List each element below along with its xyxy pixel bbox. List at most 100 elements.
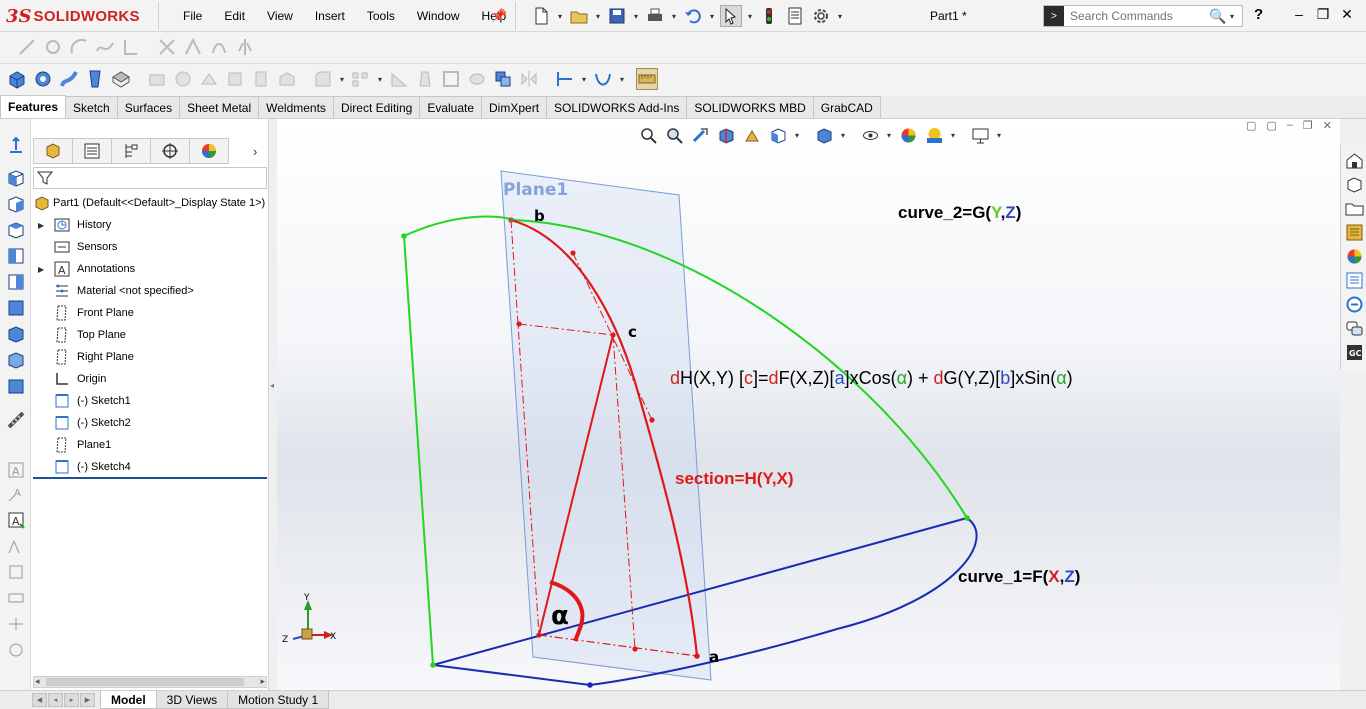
note-icon[interactable]: A xyxy=(5,459,27,481)
tree-item[interactable]: (-) Sketch2 xyxy=(31,412,269,434)
view-dimetric-icon[interactable] xyxy=(5,375,27,397)
chevron-down-icon[interactable]: ▾ xyxy=(556,12,564,21)
chevron-down-icon[interactable]: ▾ xyxy=(1228,12,1236,21)
rib-icon[interactable] xyxy=(388,68,410,90)
solidworks-forum-icon[interactable] xyxy=(1343,293,1365,315)
tab-model[interactable]: Model xyxy=(100,691,157,709)
linear-pattern-icon[interactable] xyxy=(350,68,372,90)
blue-bottom-edge[interactable] xyxy=(432,664,591,686)
revolved-cut-icon[interactable] xyxy=(198,68,220,90)
normal-to-icon[interactable] xyxy=(5,135,27,157)
swept-cut-icon[interactable] xyxy=(224,68,246,90)
save-icon[interactable] xyxy=(606,5,628,27)
custom-properties-icon[interactable] xyxy=(1343,269,1365,291)
sketch-spline-icon[interactable] xyxy=(94,36,116,58)
file-explorer-icon[interactable] xyxy=(1343,197,1365,219)
chevron-down-icon[interactable]: ▾ xyxy=(670,12,678,21)
graphics-area[interactable]: ▾ ▾ ▾ ▾ ▾ ▢ ▢ – ❐ ✕ Plane1 b c a α curve… xyxy=(277,119,1340,690)
menu-insert[interactable]: Insert xyxy=(304,9,356,23)
geometric-tolerance-icon[interactable] xyxy=(5,587,27,609)
trim-entities-icon[interactable] xyxy=(156,36,178,58)
view-isometric-icon[interactable] xyxy=(5,323,27,345)
solidworks-community-icon[interactable] xyxy=(1343,317,1365,339)
search-icon[interactable]: 🔍 xyxy=(1208,6,1228,26)
grabcad-icon[interactable]: GC xyxy=(1343,341,1365,363)
open-folder-icon[interactable] xyxy=(568,5,590,27)
tree-item[interactable]: ▶ A Annotations xyxy=(31,258,269,280)
view-right-icon[interactable] xyxy=(5,245,27,267)
measure-icon[interactable] xyxy=(5,409,27,431)
configuration-manager-icon[interactable] xyxy=(111,138,151,164)
help-button[interactable]: ? xyxy=(1254,6,1263,23)
endpoint-bottom-left[interactable] xyxy=(430,662,436,668)
endpoint-right[interactable] xyxy=(964,515,970,521)
menu-window[interactable]: Window xyxy=(406,9,471,23)
expand-arrow-icon[interactable]: ▶ xyxy=(38,265,48,274)
sketch-line-icon[interactable] xyxy=(16,36,38,58)
point-construct-left[interactable] xyxy=(516,321,522,327)
point-c[interactable] xyxy=(610,332,616,338)
tab-evaluate[interactable]: Evaluate xyxy=(419,96,483,118)
swept-boss-icon[interactable] xyxy=(58,68,80,90)
pin-menu-icon[interactable]: 📌 xyxy=(491,8,507,24)
point-tangent-bottom[interactable] xyxy=(649,417,655,423)
view-front-icon[interactable] xyxy=(5,167,27,189)
tab-direct-editing[interactable]: Direct Editing xyxy=(332,96,421,118)
menu-view[interactable]: View xyxy=(256,9,304,23)
tab-grabcad[interactable]: GrabCAD xyxy=(812,96,881,118)
chevron-down-icon[interactable]: ▾ xyxy=(746,12,754,21)
tab-sketch[interactable]: Sketch xyxy=(65,96,118,118)
restore-icon[interactable]: ❐ xyxy=(1314,4,1332,24)
green-vertical-edge[interactable] xyxy=(403,235,434,666)
chevron-down-icon[interactable]: ▾ xyxy=(580,75,588,84)
intersect-icon[interactable] xyxy=(492,68,514,90)
chevron-down-icon[interactable]: ▾ xyxy=(594,12,602,21)
tree-item[interactable]: (-) Sketch4 xyxy=(31,456,269,478)
minimize-icon[interactable]: – xyxy=(1290,4,1308,24)
chevron-down-icon[interactable]: ▾ xyxy=(836,12,844,21)
tree-filter[interactable] xyxy=(33,167,267,189)
scroll-right-icon[interactable]: ▸ xyxy=(260,676,265,687)
tab-solidworks-addins[interactable]: SOLIDWORKS Add-Ins xyxy=(546,96,688,118)
reference-geometry-icon[interactable] xyxy=(554,68,576,90)
sketch-arc-icon[interactable] xyxy=(68,36,90,58)
file-properties-icon[interactable] xyxy=(784,5,806,27)
weld-symbol-icon[interactable] xyxy=(5,613,27,635)
smart-dimension-icon[interactable] xyxy=(120,36,142,58)
solidworks-resources-icon[interactable] xyxy=(1343,149,1365,171)
chevron-down-icon[interactable]: ▾ xyxy=(618,75,626,84)
scroll-left-icon[interactable]: ◂ xyxy=(35,676,40,687)
chevron-down-icon[interactable]: ▾ xyxy=(338,75,346,84)
mirror-entities-icon[interactable] xyxy=(234,36,256,58)
tree-item[interactable]: Top Plane xyxy=(31,324,269,346)
rebuild-icon[interactable] xyxy=(758,5,780,27)
hole-wizard-icon[interactable] xyxy=(172,68,194,90)
hole-callout-icon[interactable] xyxy=(5,639,27,661)
extruded-cut-icon[interactable] xyxy=(146,68,168,90)
tree-item[interactable]: (-) Sketch1 xyxy=(31,390,269,412)
view-palette-icon[interactable] xyxy=(1343,221,1365,243)
tab-sheet-metal[interactable]: Sheet Metal xyxy=(179,96,260,118)
menu-file[interactable]: File xyxy=(172,9,213,23)
previous-tab-icon[interactable]: ◂ xyxy=(48,693,63,707)
boundary-cut-icon[interactable] xyxy=(276,68,298,90)
solidworks-logo[interactable]: 3S SOLIDWORKS xyxy=(6,5,140,27)
horizontal-scrollbar[interactable]: ◂ ▸ xyxy=(33,676,267,688)
expand-arrow-icon[interactable]: ▶ xyxy=(38,221,48,230)
surface-finish-icon[interactable] xyxy=(5,535,27,557)
search-mode-icon[interactable]: > xyxy=(1044,6,1064,26)
revolved-boss-icon[interactable] xyxy=(32,68,54,90)
design-library-icon[interactable] xyxy=(1343,173,1365,195)
tree-item[interactable]: Origin xyxy=(31,368,269,390)
tree-item[interactable]: Material <not specified> xyxy=(31,280,269,302)
lofted-cut-icon[interactable] xyxy=(250,68,272,90)
plane1-surface[interactable] xyxy=(500,170,712,681)
datum-feature-icon[interactable] xyxy=(5,561,27,583)
point-mid-bottom[interactable] xyxy=(632,646,638,652)
tab-dimxpert[interactable]: DimXpert xyxy=(481,96,548,118)
fillet-icon[interactable] xyxy=(312,68,334,90)
instant3d-icon[interactable] xyxy=(636,68,658,90)
view-trimetric-icon[interactable] xyxy=(5,349,27,371)
endpoint-a[interactable] xyxy=(694,653,700,659)
panel-splitter[interactable]: ◂ xyxy=(269,119,277,690)
